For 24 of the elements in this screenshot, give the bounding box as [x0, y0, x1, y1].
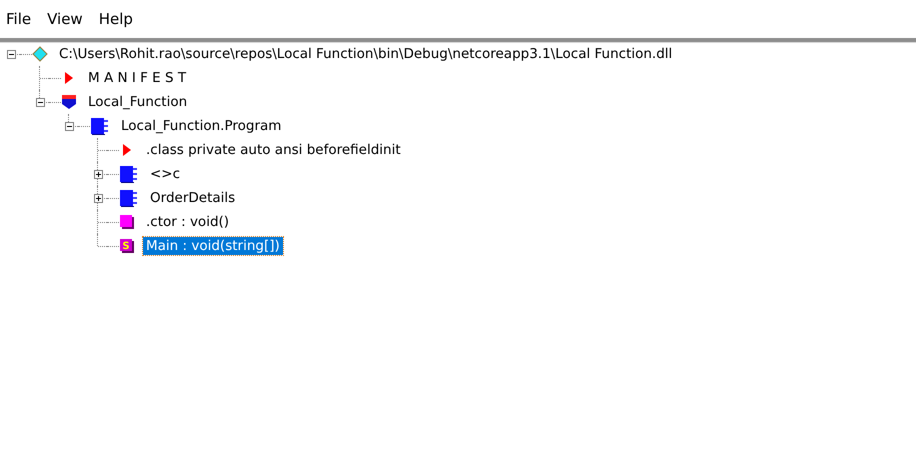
expand-box[interactable]: [94, 194, 102, 202]
menu-item[interactable]: File: [0, 10, 38, 28]
tree-item[interactable]: Main : void(string[]): [143, 237, 283, 255]
collapse-box[interactable]: [64, 122, 74, 130]
expand-box[interactable]: [94, 170, 102, 178]
shield-icon: [61, 94, 77, 110]
menu-item[interactable]: Help: [92, 10, 139, 28]
tree-item[interactable]: OrderDetails: [147, 189, 238, 207]
tree-item[interactable]: Local_Function.Program: [118, 117, 284, 135]
tree-item[interactable]: <>c: [147, 165, 184, 183]
menu-item[interactable]: View: [41, 10, 89, 28]
static-method-icon: S: [119, 238, 135, 254]
diamond-icon: [32, 46, 48, 62]
class-icon: [119, 165, 139, 183]
tree-item[interactable]: Local_Function: [85, 93, 190, 111]
tree-item[interactable]: .class private auto ansi beforefieldinit: [143, 141, 404, 159]
collapse-box[interactable]: [36, 98, 44, 106]
tree-item[interactable]: M A N I F E S T: [85, 69, 190, 87]
tree-item[interactable]: .ctor : void(): [143, 213, 232, 231]
square-icon: [119, 214, 135, 230]
class-icon: [90, 117, 110, 135]
class-icon: [119, 189, 139, 207]
tree-item[interactable]: C:\Users\Rohit.rao\source\repos\Local Function\bin\Debug\netcoreapp3.1\Local Function.dll: [56, 45, 676, 63]
collapse-box[interactable]: [6, 50, 16, 58]
